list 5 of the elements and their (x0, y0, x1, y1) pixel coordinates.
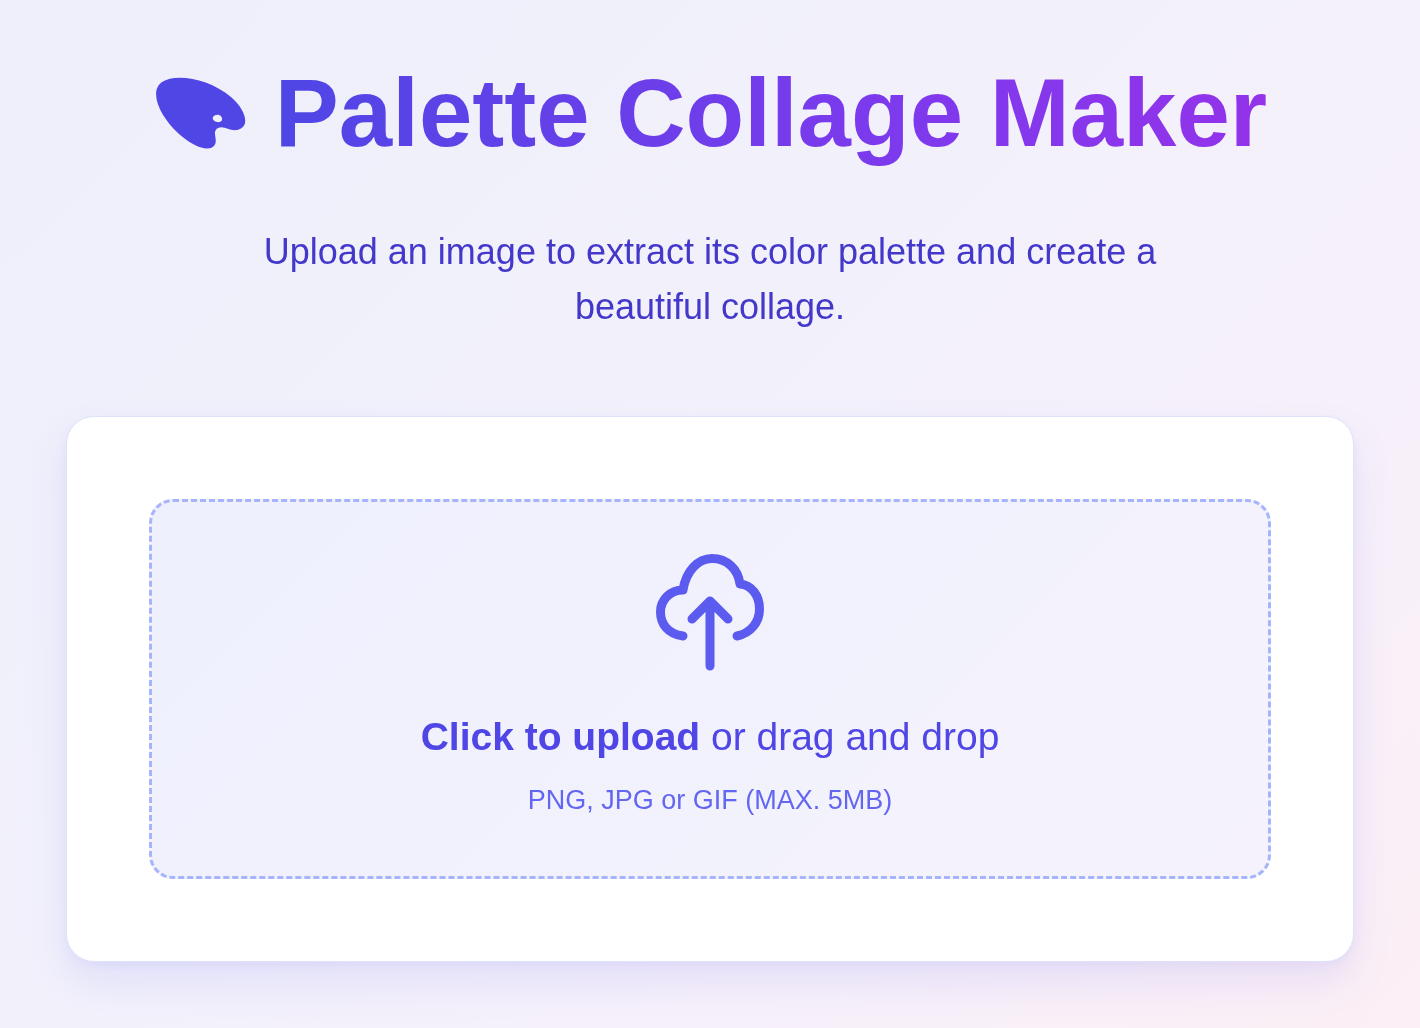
file-types-hint: PNG, JPG or GIF (MAX. 5MB) (527, 785, 893, 816)
cloud-upload-icon (656, 554, 764, 671)
app-subtitle: Upload an image to extract its color palette and create a beautiful collage. (262, 230, 1158, 329)
upload-prompt: Click to upload or drag and drop (420, 715, 1000, 759)
upload-dropzone[interactable]: Click to upload or drag and drop PNG, JPG or GIF (MAX. 5MB) (149, 499, 1271, 879)
